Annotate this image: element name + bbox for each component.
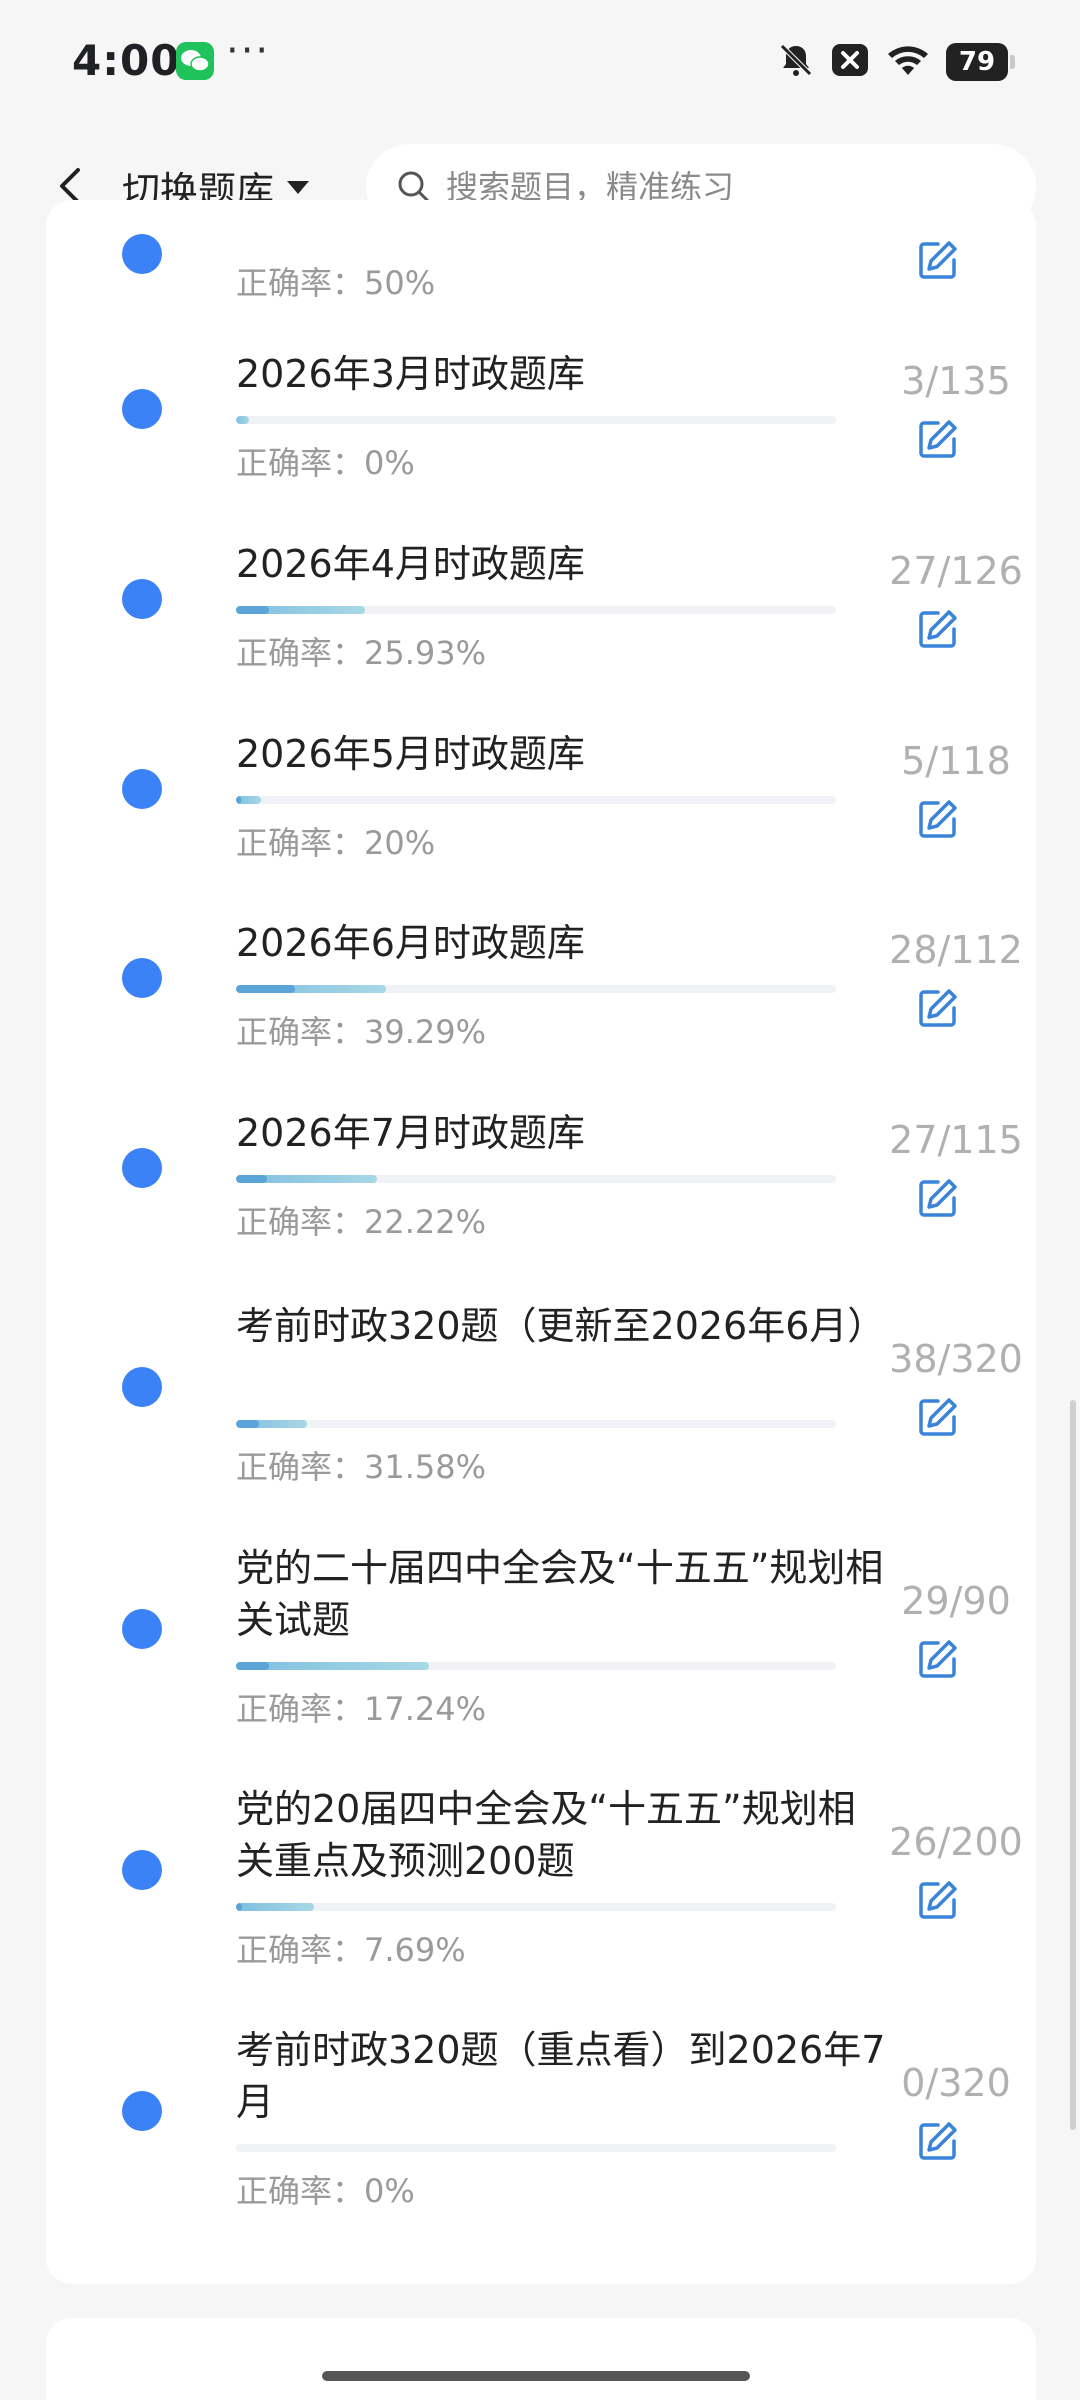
item-accuracy: 正确率：25.93%: [236, 634, 487, 672]
progress-correct-fill: [236, 796, 242, 804]
progress-fill: [236, 416, 250, 424]
item-accuracy: 正确率：39.29%: [236, 1013, 487, 1051]
progress-correct-fill: [236, 606, 270, 614]
item-count: 38/320: [889, 1337, 1023, 1381]
progress-fill: [236, 1903, 314, 1911]
item-title[interactable]: 党的二十届四中全会及“十五五”规划相关试题: [236, 1542, 886, 1646]
caret-down-icon: [287, 181, 310, 194]
item-accuracy: 正确率：22.22%: [236, 1203, 487, 1241]
edit-icon[interactable]: [914, 795, 962, 843]
item-dot: [122, 1367, 162, 1407]
item-title[interactable]: 2026年5月时政题库: [236, 728, 886, 780]
item-count: 28/112: [889, 928, 1023, 972]
item-title[interactable]: 党的20届四中全会及“十五五”规划相关重点及预测200题: [236, 1783, 886, 1887]
question-bank-card: 正确率：50% 2026年3月时政题库正确率：0% 3/135 2026年4月时政题…: [46, 200, 1036, 2284]
item-title[interactable]: 考前时政320题（重点看）到2026年7月: [236, 2024, 886, 2128]
next-card: [46, 2318, 1036, 2400]
progress-bar: [236, 985, 836, 993]
progress-bar: [236, 1903, 836, 1911]
progress-correct-fill: [236, 1903, 242, 1911]
progress-correct-fill: [236, 1662, 270, 1670]
item-accuracy: 正确率：0%: [236, 444, 415, 482]
progress-bar: [236, 416, 836, 424]
edit-icon[interactable]: [914, 415, 962, 463]
edit-icon[interactable]: [914, 1393, 962, 1441]
battery-icon: 79: [946, 43, 1015, 81]
item-dot: [122, 1148, 162, 1188]
status-time: 4:00: [72, 36, 181, 85]
item-title[interactable]: 2026年7月时政题库: [236, 1107, 886, 1159]
edit-icon[interactable]: [914, 984, 962, 1032]
item-count: 5/118: [901, 739, 1011, 783]
item-dot: [122, 1850, 162, 1890]
item-count: 3/135: [901, 359, 1011, 403]
item-dot: [122, 1609, 162, 1649]
edit-icon[interactable]: [914, 1876, 962, 1924]
item-count: 26/200: [889, 1820, 1023, 1864]
item-dot: [122, 958, 162, 998]
home-indicator[interactable]: [322, 2371, 750, 2381]
more-notifications: ···: [226, 28, 271, 74]
edit-icon[interactable]: [914, 1635, 962, 1683]
item-title[interactable]: 2026年6月时政题库: [236, 917, 886, 969]
item-count: 27/126: [889, 549, 1023, 593]
status-icons: 79: [776, 38, 1015, 86]
battery-level: 79: [958, 47, 996, 77]
edit-icon[interactable]: [914, 1174, 962, 1222]
bell-off-icon: [776, 40, 816, 84]
item-count: 29/90: [901, 1579, 1011, 1623]
progress-bar: [236, 1662, 836, 1670]
progress-bar: [236, 796, 836, 804]
item-accuracy: 正确率：50%: [236, 264, 436, 302]
item-accuracy: 正确率：17.24%: [236, 1690, 487, 1728]
edit-icon[interactable]: [914, 605, 962, 653]
item-count: 27/115: [889, 1118, 1023, 1162]
wechat-icon: [176, 42, 214, 80]
item-accuracy: 正确率：20%: [236, 824, 436, 862]
edit-icon[interactable]: [914, 2117, 962, 2165]
progress-bar: [236, 1420, 836, 1428]
item-dot: [122, 234, 162, 274]
wifi-icon: [884, 40, 932, 84]
progress-bar: [236, 1175, 836, 1183]
item-accuracy: 正确率：31.58%: [236, 1448, 487, 1486]
item-accuracy: 正确率：0%: [236, 2172, 415, 2210]
progress-bar: [236, 606, 836, 614]
progress-bar: [236, 2144, 836, 2152]
item-title[interactable]: 2026年4月时政题库: [236, 538, 886, 590]
close-box-icon: [830, 40, 870, 84]
progress-correct-fill: [236, 1420, 259, 1428]
item-dot: [122, 2091, 162, 2131]
item-dot: [122, 579, 162, 619]
item-count: 0/320: [901, 2061, 1011, 2105]
progress-correct-fill: [236, 985, 295, 993]
item-title[interactable]: 2026年3月时政题库: [236, 348, 886, 400]
progress-correct-fill: [236, 1175, 268, 1183]
scrollbar[interactable]: [1070, 1400, 1076, 2130]
item-accuracy: 正确率：7.69%: [236, 1931, 466, 1969]
item-dot: [122, 389, 162, 429]
status-bar: 4:00 ··· 79: [0, 0, 1080, 124]
edit-icon[interactable]: [914, 236, 962, 284]
item-dot: [122, 769, 162, 809]
screen: 4:00 ··· 79 切换题库 搜索题目，精准练习 正确率：50% 2026年…: [0, 0, 1080, 2400]
item-title[interactable]: 考前时政320题（更新至2026年6月）: [236, 1300, 886, 1352]
